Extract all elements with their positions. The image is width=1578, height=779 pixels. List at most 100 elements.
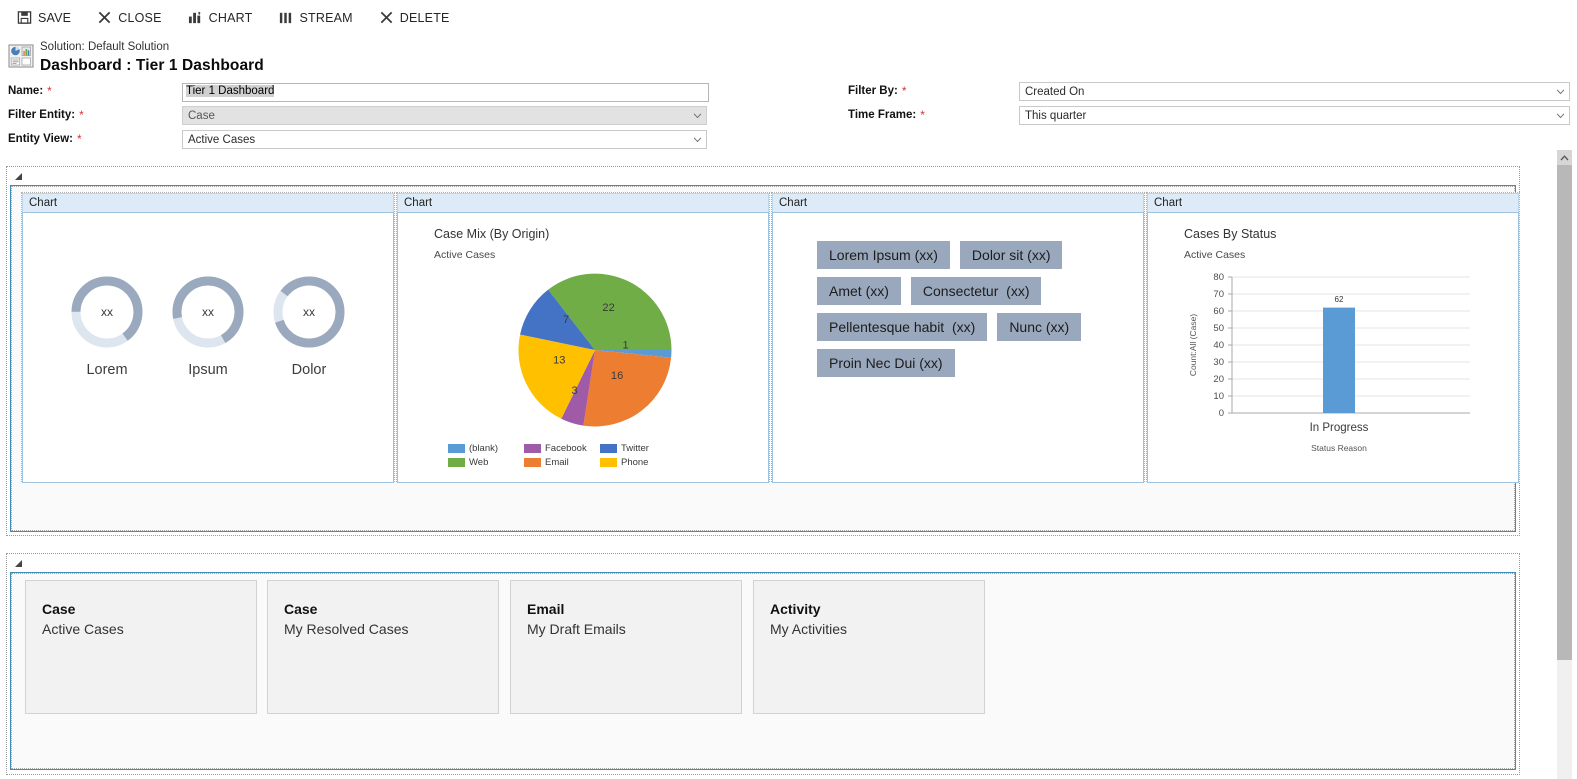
stream-button-label: STREAM [299, 11, 352, 25]
pie-label-web: 22 [602, 302, 614, 314]
chart-section[interactable]: Chart xx Lorem [6, 166, 1520, 536]
list-tile-2[interactable]: Case My Resolved Cases [267, 580, 499, 714]
chart-section-inner: Chart xx Lorem [10, 185, 1516, 532]
command-toolbar: SAVE CLOSE CHART STREAM DELETE [0, 0, 1578, 35]
legend-swatch-blank [448, 444, 465, 453]
tag-pellentesque-habit[interactable]: Pellentesque habit (xx) [817, 313, 987, 341]
legend-label-phone: Phone [621, 457, 648, 468]
dashboard-properties-form: Name: * Tier 1 Dashboard Filter Entity: … [0, 81, 1578, 147]
vertical-scrollbar[interactable] [1557, 150, 1572, 779]
delete-button[interactable]: DELETE [376, 8, 453, 27]
close-button[interactable]: CLOSE [94, 8, 164, 27]
save-icon [17, 10, 32, 25]
legend-label-email: Email [545, 457, 569, 468]
donut-kpi-lorem-value: xx [101, 305, 113, 319]
section-collapse-triangle-icon[interactable] [15, 560, 22, 567]
pie-slice-email [583, 350, 671, 426]
filter-entity-label: Filter Entity: [8, 109, 75, 121]
chart-button-label: CHART [209, 11, 253, 25]
field-name: Name: * [8, 84, 52, 98]
time-frame-select[interactable]: This quarter [1019, 106, 1570, 125]
name-input[interactable]: Tier 1 Dashboard [182, 83, 709, 102]
stream-button[interactable]: STREAM [275, 8, 355, 27]
case-mix-title: Case Mix (By Origin) [434, 227, 549, 241]
donut-kpi-dolor-label: Dolor [270, 362, 348, 378]
chart-cell-4-body[interactable]: Cases By Status Active Cases [1147, 212, 1519, 483]
scrollbar-thumb[interactable] [1557, 165, 1572, 660]
field-filter-by: Filter By: * [848, 84, 907, 98]
scrollbar-up-button[interactable] [1557, 150, 1572, 165]
chart-cell-3-body[interactable]: Lorem Ipsum (xx) Dolor sit (xx) Amet (xx… [772, 212, 1144, 483]
chart-cell-3[interactable]: Chart Lorem Ipsum (xx) Dolor sit (xx) Am… [771, 192, 1145, 482]
case-mix-subtitle: Active Cases [434, 249, 495, 261]
stream-bars-icon [278, 10, 293, 25]
close-x-icon [97, 10, 112, 25]
case-mix-legend: (blank) Facebook Twitter [448, 443, 718, 468]
legend-swatch-facebook [524, 444, 541, 453]
legend-label-facebook: Facebook [545, 443, 587, 454]
pie-label-twitter: 7 [563, 314, 569, 326]
bar-value-label: 62 [1335, 295, 1344, 304]
chart-section-grid: Chart xx Lorem [11, 186, 1515, 531]
chevron-down-icon [1556, 113, 1565, 119]
section-collapse-triangle-icon[interactable] [15, 173, 22, 180]
chart-cell-2-body[interactable]: Case Mix (By Origin) Active Cases [397, 212, 769, 483]
legend-item-email[interactable]: Email [524, 457, 588, 468]
tag-consectetur[interactable]: Consectetur (xx) [911, 277, 1042, 305]
donut-kpi-lorem-label: Lorem [68, 362, 146, 378]
legend-item-facebook[interactable]: Facebook [524, 443, 588, 454]
save-button[interactable]: SAVE [14, 8, 74, 27]
y-tick-50: 50 [1213, 323, 1224, 334]
y-tick-10: 10 [1213, 391, 1224, 402]
list-tile-4[interactable]: Activity My Activities [753, 580, 985, 714]
tag-proin-nec-dui[interactable]: Proin Nec Dui (xx) [817, 349, 955, 377]
y-tick-0: 0 [1219, 408, 1224, 419]
filter-entity-select[interactable]: Case [182, 106, 707, 125]
entity-view-required-mark: * [77, 132, 82, 146]
cases-by-status-subtitle: Active Cases [1184, 249, 1245, 261]
entity-view-select[interactable]: Active Cases [182, 130, 707, 149]
y-tick-40: 40 [1213, 340, 1224, 351]
time-frame-value: This quarter [1025, 110, 1086, 122]
y-tick-80: 80 [1213, 272, 1224, 283]
chart-cell-1[interactable]: Chart xx Lorem [21, 192, 395, 482]
donut-kpi-ipsum[interactable]: xx Ipsum [169, 273, 247, 378]
filter-by-select[interactable]: Created On [1019, 82, 1570, 101]
cases-by-status-title: Cases By Status [1184, 227, 1276, 241]
chevron-up-icon [1560, 155, 1569, 161]
chevron-down-icon [693, 137, 702, 143]
bar-chart-icon [188, 10, 203, 25]
chart-button[interactable]: CHART [185, 8, 256, 27]
filter-entity-value: Case [188, 110, 215, 122]
pie-label-facebook: 3 [572, 385, 578, 397]
list-section-grid: Case Active Cases Case My Resolved Cases… [11, 573, 1515, 769]
cases-by-status-bar-svg[interactable]: 80 70 60 50 40 30 20 10 0 Count:All (Cas… [1170, 269, 1510, 459]
filter-by-label: Filter By: [848, 85, 898, 97]
legend-label-twitter: Twitter [621, 443, 649, 454]
list-tile-3[interactable]: Email My Draft Emails [510, 580, 742, 714]
donut-chart-icon: xx [270, 273, 348, 351]
pie-label-blank: 1 [623, 339, 629, 351]
filter-by-value: Created On [1025, 86, 1084, 98]
legend-item-twitter[interactable]: Twitter [600, 443, 664, 454]
tag-nunc[interactable]: Nunc (xx) [997, 313, 1081, 341]
chart-cell-2[interactable]: Chart Case Mix (By Origin) Active Cases [396, 192, 770, 482]
bar-in-progress[interactable] [1323, 308, 1355, 413]
list-section[interactable]: Case Active Cases Case My Resolved Cases… [6, 553, 1520, 775]
list-tile-1[interactable]: Case Active Cases [25, 580, 257, 714]
legend-item-phone[interactable]: Phone [600, 457, 664, 468]
case-mix-pie-svg[interactable]: 1 16 3 13 7 22 [510, 265, 680, 435]
legend-item-blank[interactable]: (blank) [448, 443, 512, 454]
legend-item-web[interactable]: Web [448, 457, 512, 468]
tag-amet[interactable]: Amet (xx) [817, 277, 901, 305]
dashboard-solution-icon [8, 44, 34, 68]
chart-cell-4-header: Chart [1147, 193, 1519, 212]
legend-swatch-web [448, 458, 465, 467]
field-time-frame: Time Frame: * [848, 108, 925, 122]
chart-cell-1-body[interactable]: xx Lorem xx Ipsum [22, 212, 394, 483]
donut-kpi-lorem[interactable]: xx Lorem [68, 273, 146, 378]
donut-kpi-dolor[interactable]: xx Dolor [270, 273, 348, 378]
tag-dolor-sit[interactable]: Dolor sit (xx) [960, 241, 1063, 269]
tag-lorem-ipsum[interactable]: Lorem Ipsum (xx) [817, 241, 950, 269]
chart-cell-4[interactable]: Chart Cases By Status Active Cases [1146, 192, 1520, 482]
